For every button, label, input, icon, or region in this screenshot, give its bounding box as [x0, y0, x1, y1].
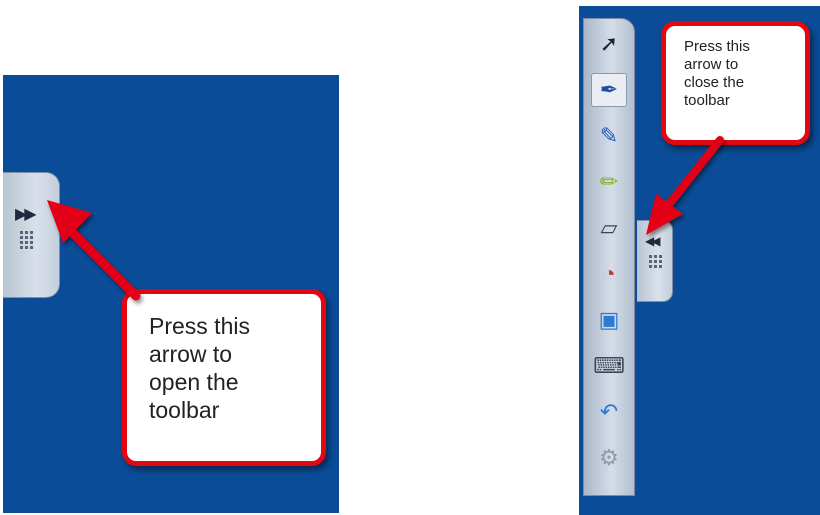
close-pointer-arrow [646, 136, 724, 235]
pointer-arrows [47, 136, 724, 301]
open-pointer-arrow [47, 200, 141, 301]
